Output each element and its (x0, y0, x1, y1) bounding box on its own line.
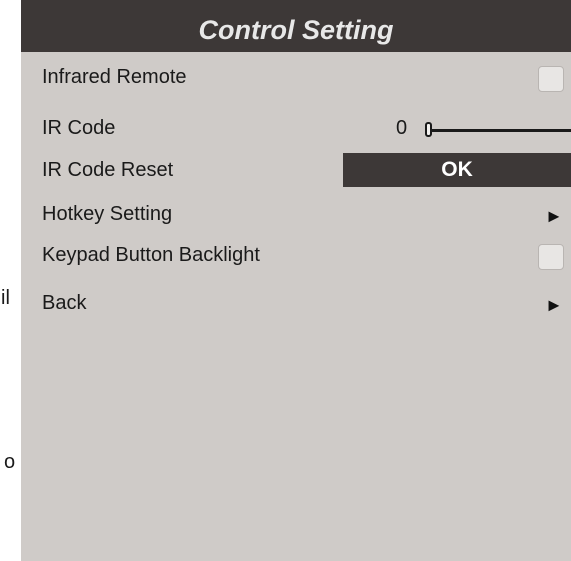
ir-code-value: 0 (396, 117, 408, 139)
background-text-fragment-1: il (1, 287, 10, 309)
background-text-fragment-2: o (4, 451, 16, 473)
menu-item-keypad-button-backlight[interactable]: Keypad Button Backlight (21, 238, 571, 280)
right-arrow-icon: ► (545, 295, 563, 315)
menu-item-label: Back (42, 292, 87, 314)
keypad-button-backlight-checkbox[interactable] (538, 244, 564, 270)
menu-item-label: Infrared Remote (42, 66, 187, 88)
menu-item-label: Hotkey Setting (42, 203, 173, 225)
menu-item-hotkey-setting[interactable]: Hotkey Setting ► (21, 197, 571, 239)
ir-code-slider-track[interactable] (427, 129, 571, 132)
menu-item-label: IR Code Reset (42, 159, 174, 181)
menu-item-infrared-remote[interactable]: Infrared Remote (21, 60, 571, 102)
menu-title: Control Setting (21, 0, 571, 52)
menu-item-ir-code-reset: IR Code Reset OK (21, 153, 571, 195)
ir-code-slider-handle[interactable] (425, 122, 432, 137)
menu-item-ir-code[interactable]: IR Code 0 (21, 111, 571, 153)
osd-menu-panel: Control Setting Infrared Remote IR Code … (21, 0, 571, 561)
ir-code-reset-ok-button[interactable]: OK (343, 153, 571, 187)
infrared-remote-checkbox[interactable] (538, 66, 564, 92)
menu-item-back[interactable]: Back ► (21, 286, 571, 328)
menu-item-label: IR Code (42, 117, 116, 139)
menu-item-label: Keypad Button Backlight (42, 244, 260, 266)
right-arrow-icon: ► (545, 206, 563, 226)
